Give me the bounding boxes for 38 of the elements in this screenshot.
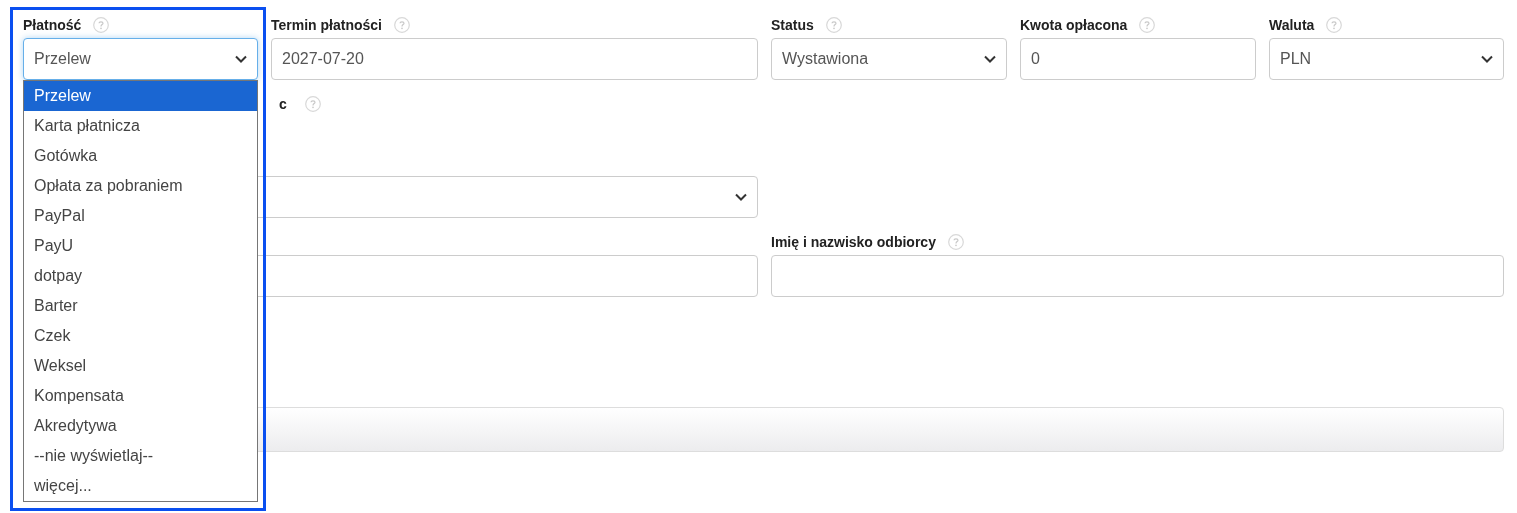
dropdown-option[interactable]: Barter [24,291,257,321]
dropdown-option[interactable]: PayPal [24,201,257,231]
field-label: Status [771,17,814,33]
input-field[interactable]: 2027-07-20 [271,38,758,80]
field-label: Waluta [1269,17,1315,33]
help-icon[interactable] [825,17,842,33]
dropdown-option[interactable]: Akredytywa [24,411,257,441]
help-icon[interactable] [1139,17,1156,33]
chevron-icon [1481,55,1493,63]
dropdown-option[interactable]: PayU [24,231,257,261]
chevron-icon [735,193,747,201]
chevron-icon [235,55,247,63]
dropdown-option[interactable]: Kompensata [24,381,257,411]
dropdown-option[interactable]: Karta płatnicza [24,111,257,141]
field-label: Imię i nazwisko odbiorcy [771,234,936,250]
select-field[interactable]: Wystawiona [771,38,1007,80]
field-label: Kwota opłacona [1020,17,1128,33]
field-label: Płatność [23,17,82,33]
select-field[interactable]: PLN [1269,38,1504,80]
dropdown-option[interactable]: Gotówka [24,141,257,171]
dropdown-option[interactable]: Czek [24,321,257,351]
dropdown-option[interactable]: Przelew [24,81,257,111]
input-field[interactable]: 0 [1020,38,1256,80]
select-field[interactable]: Przelew [23,38,258,80]
field-label: Termin płatności [271,17,382,33]
field-label: c [279,96,287,112]
chevron-icon [984,55,996,63]
dropdown-option[interactable]: więcej... [24,471,257,501]
dropdown-option[interactable]: --nie wyświetlaj-- [24,441,257,471]
help-icon[interactable] [93,17,110,33]
help-icon[interactable] [947,234,964,250]
dropdown-option[interactable]: Weksel [24,351,257,381]
dropdown-option[interactable]: Opłata za pobraniem [24,171,257,201]
input-field[interactable] [771,255,1504,297]
help-icon[interactable] [394,17,410,33]
dropdown-option[interactable]: dotpay [24,261,257,291]
help-icon[interactable] [1326,17,1343,33]
help-icon[interactable] [304,96,321,112]
